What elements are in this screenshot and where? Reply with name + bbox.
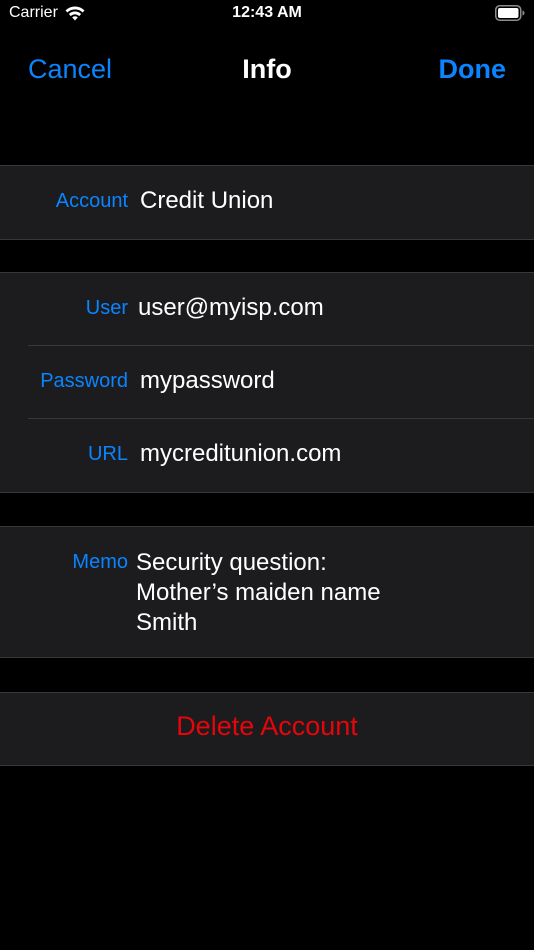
account-field[interactable]: Credit Union [140, 187, 273, 215]
memo-line: Smith [136, 609, 198, 636]
done-button[interactable]: Done [439, 54, 507, 85]
memo-group: Memo Security question: Mother’s maiden … [0, 526, 534, 658]
status-bar: Carrier 12:43 AM [0, 0, 534, 30]
user-field[interactable]: user@myisp.com [138, 294, 324, 322]
account-group: Account Credit Union [0, 165, 534, 240]
password-row[interactable]: Password mypassword [0, 346, 534, 419]
memo-row[interactable]: Memo Security question: Mother’s maiden … [0, 527, 534, 657]
password-label: Password [40, 370, 128, 392]
status-time: 12:43 AM [232, 4, 302, 21]
user-row[interactable]: User user@myisp.com [0, 273, 534, 346]
delete-account-label: Delete Account [176, 711, 358, 741]
credentials-group: User user@myisp.com Password mypassword … [0, 272, 534, 493]
url-field[interactable]: mycreditunion.com [140, 440, 341, 468]
memo-line: Security question: [136, 549, 327, 576]
memo-line: Mother’s maiden name [136, 579, 381, 606]
memo-field[interactable]: Security question: Mother’s maiden name … [136, 548, 381, 638]
url-label: URL [87, 443, 128, 465]
account-row[interactable]: Account Credit Union [0, 166, 534, 239]
navigation-bar: Cancel Info Done [0, 40, 534, 100]
delete-account-button[interactable]: Delete Account [0, 693, 534, 765]
memo-label: Memo [72, 551, 128, 573]
user-label: User [85, 297, 128, 319]
url-row[interactable]: URL mycreditunion.com [0, 419, 534, 492]
battery-icon [495, 5, 525, 21]
delete-group: Delete Account [0, 692, 534, 766]
password-field[interactable]: mypassword [140, 367, 275, 395]
account-label: Account [55, 190, 128, 212]
